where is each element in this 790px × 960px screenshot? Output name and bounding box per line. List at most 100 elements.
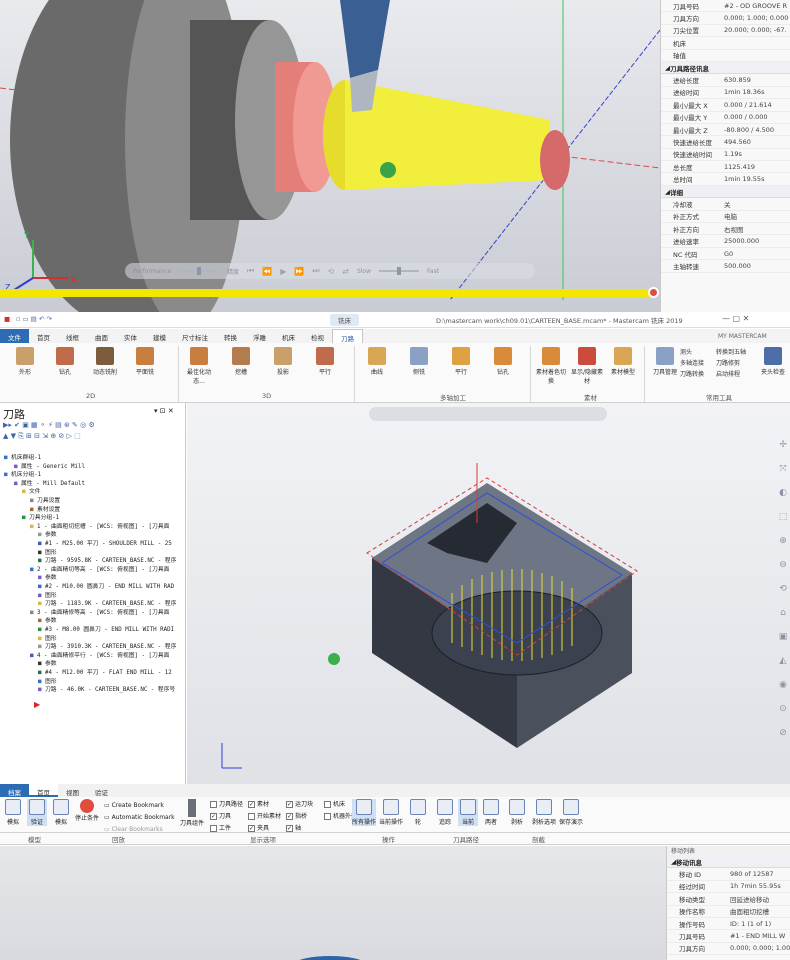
- graphics-viewport[interactable]: ✢ ⤧ ◐ ⬚ ⊕ ⊖ ⟲ ⌂ ▣ ◭ ◉ ⊙ ⊘: [187, 403, 790, 784]
- simulator-tab[interactable]: 视图: [58, 784, 87, 797]
- panel-controls[interactable]: ▾ ⊡ ✕: [154, 407, 174, 415]
- detail-row[interactable]: 补正方向 右视图: [661, 223, 790, 236]
- window-controls[interactable]: — ▢ ✕: [722, 314, 749, 323]
- move-info-row[interactable]: 经过时间 1h 7min 55.95s: [667, 881, 790, 894]
- detail-row[interactable]: NC 代码 G0: [661, 248, 790, 261]
- simulator-button[interactable]: 保存演示: [559, 799, 583, 826]
- section-details[interactable]: ◢ 详细: [661, 185, 790, 199]
- simulator-button[interactable]: 追踪: [435, 799, 455, 826]
- stop-condition-button[interactable]: 停止条件: [74, 799, 100, 822]
- prop-row[interactable]: 轴值: [661, 50, 790, 62]
- pingpong-icon[interactable]: ⇄: [342, 267, 349, 276]
- ribbon-tab[interactable]: 转换: [216, 329, 245, 343]
- ribbon-tab[interactable]: 首页: [29, 329, 58, 343]
- bookmark-button[interactable]: ▭ Automatic Bookmark: [104, 812, 175, 824]
- toolpath-info-row[interactable]: 总时间 1min 19.55s: [661, 173, 790, 186]
- util-button[interactable]: 刀路修剪: [716, 358, 740, 367]
- ribbon-button[interactable]: 钻孔: [48, 347, 82, 376]
- prop-row[interactable]: 刀具方向 0.000; 1.000; 0.000: [661, 12, 790, 25]
- toolpath-info-row[interactable]: 快速进给长度 494.560: [661, 136, 790, 149]
- util-button[interactable]: 多轴连接: [680, 358, 704, 367]
- toolpath-info-row[interactable]: 总长度 1125.419: [661, 161, 790, 174]
- clamp-check-button[interactable]: 夹头检查: [756, 347, 790, 376]
- move-info-row[interactable]: 移动 ID 980 of 12587: [667, 868, 790, 881]
- ribbon-button[interactable]: 钻孔: [486, 347, 520, 376]
- ribbon-tab[interactable]: 刀路: [332, 329, 363, 343]
- ribbon-button[interactable]: 动态铣削: [88, 347, 122, 376]
- simulator-button[interactable]: 剥析选项: [532, 799, 556, 826]
- simulator-button[interactable]: 两者: [481, 799, 501, 826]
- skip-end-icon[interactable]: ⏭: [312, 266, 319, 276]
- app-icon[interactable]: ■: [4, 315, 10, 323]
- simulator-tab[interactable]: 档案: [0, 784, 29, 797]
- simulator-button[interactable]: 模拟: [3, 799, 23, 826]
- move-info-row[interactable]: 操作号码 ID: 1 (1 of 1): [667, 918, 790, 931]
- ribbon-button[interactable]: 投影: [266, 347, 300, 376]
- ribbon-tab[interactable]: 机床: [274, 329, 303, 343]
- progress-end-handle[interactable]: [648, 287, 659, 298]
- simulator-viewport[interactable]: [0, 846, 666, 960]
- display-option-checkbox[interactable]: 刀具路径: [210, 799, 248, 811]
- simulator-button[interactable]: 模拟: [51, 799, 71, 826]
- speed-slider[interactable]: [379, 267, 420, 275]
- ribbon-tab[interactable]: 尺寸标注: [174, 329, 216, 343]
- detail-row[interactable]: 冷却液 关: [661, 198, 790, 211]
- ribbon-tab[interactable]: 浮雕: [245, 329, 274, 343]
- toolpath-info-row[interactable]: 进给长度 630.859: [661, 74, 790, 87]
- ribbon-button[interactable]: 平行: [308, 347, 342, 376]
- loop-icon[interactable]: ⟲: [328, 267, 335, 276]
- step-back-icon[interactable]: ⏪: [262, 267, 272, 276]
- display-option-checkbox[interactable]: ✓ 运刀块: [286, 799, 324, 811]
- step-forward-icon[interactable]: ⏩: [294, 267, 304, 276]
- quick-access-icons[interactable]: ▫ ▭ ▤ ↶ ↷: [16, 315, 52, 323]
- right-view-controls[interactable]: ✢ ⤧ ◐ ⬚ ⊕ ⊖ ⟲ ⌂ ▣ ◭ ◉ ⊙ ⊘: [777, 433, 789, 753]
- simulation-progress-bar[interactable]: [0, 289, 655, 297]
- move-info-row[interactable]: 刀具方向 0.000; 0.000; 1.000: [667, 943, 790, 956]
- util-button[interactable]: 刀路转换: [680, 369, 704, 378]
- ribbon-tab[interactable]: 曲面: [87, 329, 116, 343]
- util-button[interactable]: 转换到五轴: [716, 347, 746, 356]
- ribbon-tab[interactable]: 文件: [0, 329, 29, 343]
- detail-row[interactable]: 主轴转速 500.000: [661, 260, 790, 273]
- prop-row[interactable]: 机床: [661, 37, 790, 50]
- ribbon-button[interactable]: 挖槽: [224, 347, 258, 376]
- ribbon-button[interactable]: 平面铣: [128, 347, 162, 376]
- bookmark-button[interactable]: ▭ Create Bookmark: [104, 800, 175, 812]
- ribbon-button[interactable]: 曲线: [360, 347, 394, 376]
- tree-item[interactable]: ■ #4 - M12.00 平刀 - FLAT END MILL - 12: [38, 667, 172, 676]
- move-info-row[interactable]: 刀具号码 #1 - END MILL W: [667, 930, 790, 943]
- tree-item[interactable]: ■ #1 - M25.00 平刀 - SHOULDER MILL - 25: [38, 538, 172, 547]
- section-toolpath-info[interactable]: ◢ 刀具路径讯息: [661, 61, 790, 75]
- ribbon-tab[interactable]: 实体: [116, 329, 145, 343]
- util-button[interactable]: 测头: [680, 347, 692, 356]
- tree-item[interactable]: ■ #3 - M8.00 圆鼻刀 - END MILL WITH RADI: [38, 624, 174, 633]
- move-info-row[interactable]: 移动类型 回延进给移动: [667, 893, 790, 906]
- ribbon-tab[interactable]: 线框: [58, 329, 87, 343]
- ribbon-button[interactable]: 素材着色切换: [534, 347, 568, 385]
- skip-start-icon[interactable]: ⏮: [247, 266, 254, 276]
- ribbon-button[interactable]: 外形: [8, 347, 42, 376]
- util-button[interactable]: 启动排程: [716, 369, 740, 378]
- ribbon-tab[interactable]: 建模: [145, 329, 174, 343]
- ribbon-button[interactable]: 最佳化动态...: [182, 347, 216, 385]
- simulator-button[interactable]: 验证: [27, 799, 47, 826]
- detail-row[interactable]: 补正方式 电脑: [661, 211, 790, 224]
- ribbon-button[interactable]: 显示/隐藏素材: [570, 347, 604, 385]
- display-option-checkbox[interactable]: 开始素材: [248, 811, 286, 823]
- ribbon-button[interactable]: 平行: [444, 347, 478, 376]
- ribbon-button[interactable]: 刀具管理: [648, 347, 682, 376]
- account-label[interactable]: MY MASTERCAM: [718, 333, 767, 340]
- toolpath-info-row[interactable]: 最小/最大 X 0.000 / 21.614: [661, 99, 790, 112]
- simulator-button[interactable]: 当前操作: [379, 799, 403, 826]
- prop-row[interactable]: 刀尖位置 20.000; 0.000; -67.: [661, 25, 790, 38]
- toolpath-toolbar[interactable]: ▶▸ ✔ ▣ ▦ ⚬ ⚡ ▤ ⊛ ✎ ◎ ⚙ ▲ ▼ ⎘ ⊞ ⊟ ⇲ ⊕ ⊘ ▷ …: [3, 420, 183, 448]
- ribbon-button[interactable]: 侧铣: [402, 347, 436, 376]
- prop-row[interactable]: 刀具号码 #2 - OD GROOVE R: [661, 0, 790, 13]
- tree-item[interactable]: ■ 刀路 - 46.0K - CARTEEN_BASE.NC - 程序号: [38, 684, 175, 693]
- display-option-checkbox[interactable]: ✓ 刀具: [210, 811, 248, 823]
- toolpath-info-row[interactable]: 进给时间 1min 18.36s: [661, 87, 790, 100]
- simulator-button[interactable]: 剥析: [505, 799, 529, 826]
- toolpath-info-row[interactable]: 最小/最大 Y 0.000 / 0.000: [661, 112, 790, 124]
- tool-component-button[interactable]: 刀具组件: [178, 799, 206, 827]
- tree-item[interactable]: ■ #2 - M10.00 圆鼻刀 - END MILL WITH RAD: [38, 581, 174, 590]
